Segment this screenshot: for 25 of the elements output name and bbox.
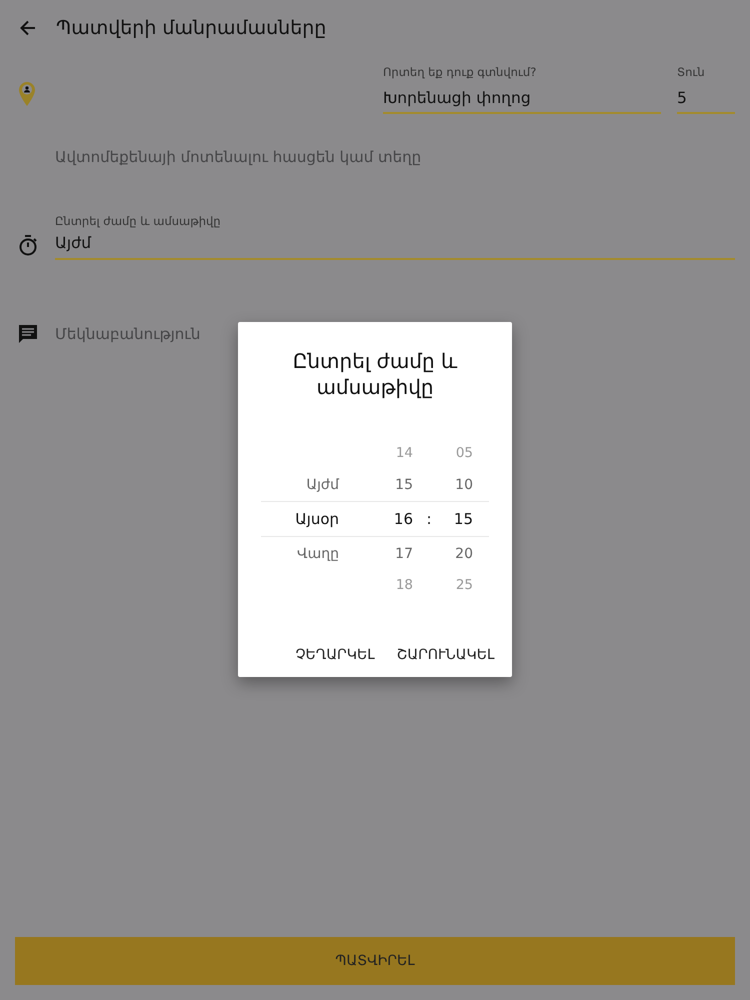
minute-option[interactable]: 10 [455, 476, 473, 492]
field-label: Ընտրել ժամը և ամսաթիվը [55, 214, 222, 230]
dialog-button[interactable]: ՇԱՐՈՒՆԱԿԵԼ [394, 643, 496, 667]
minute-option[interactable]: 20 [455, 546, 473, 562]
dialog-title: Ընտրել ժամը և ամսաթիվը [292, 348, 458, 400]
time-separator: : [426, 510, 432, 528]
day-option[interactable]: Այժմ [306, 476, 339, 492]
minute-option[interactable]: 15 [454, 510, 473, 528]
field-label: Տուն [677, 65, 706, 81]
house-field[interactable]: 5 [677, 81, 735, 114]
dialog-button[interactable]: ՉԵՂԱՐԿԵԼ [294, 643, 377, 667]
hour-option[interactable]: 15 [395, 476, 413, 492]
location-pin-icon [18, 81, 36, 107]
hour-option[interactable]: 16 [394, 510, 413, 528]
field-label: Որտեղ եք դուք գտնվում? [383, 65, 538, 81]
confirm-button[interactable]: ՊԱՏՎԻՐԵԼ [15, 937, 735, 985]
street-field[interactable]: Խորենացի փողոց [383, 81, 661, 114]
comment-icon [18, 324, 38, 344]
stopwatch-icon [18, 234, 38, 256]
page-title: Պատվերի մանրամասները [56, 17, 326, 39]
time-field[interactable]: Այժմ [55, 230, 735, 260]
back-icon[interactable] [18, 18, 38, 38]
day-option[interactable]: Այսօր [295, 510, 339, 528]
hour-option[interactable]: 17 [395, 546, 413, 562]
day-option[interactable]: Վաղը [297, 546, 339, 562]
